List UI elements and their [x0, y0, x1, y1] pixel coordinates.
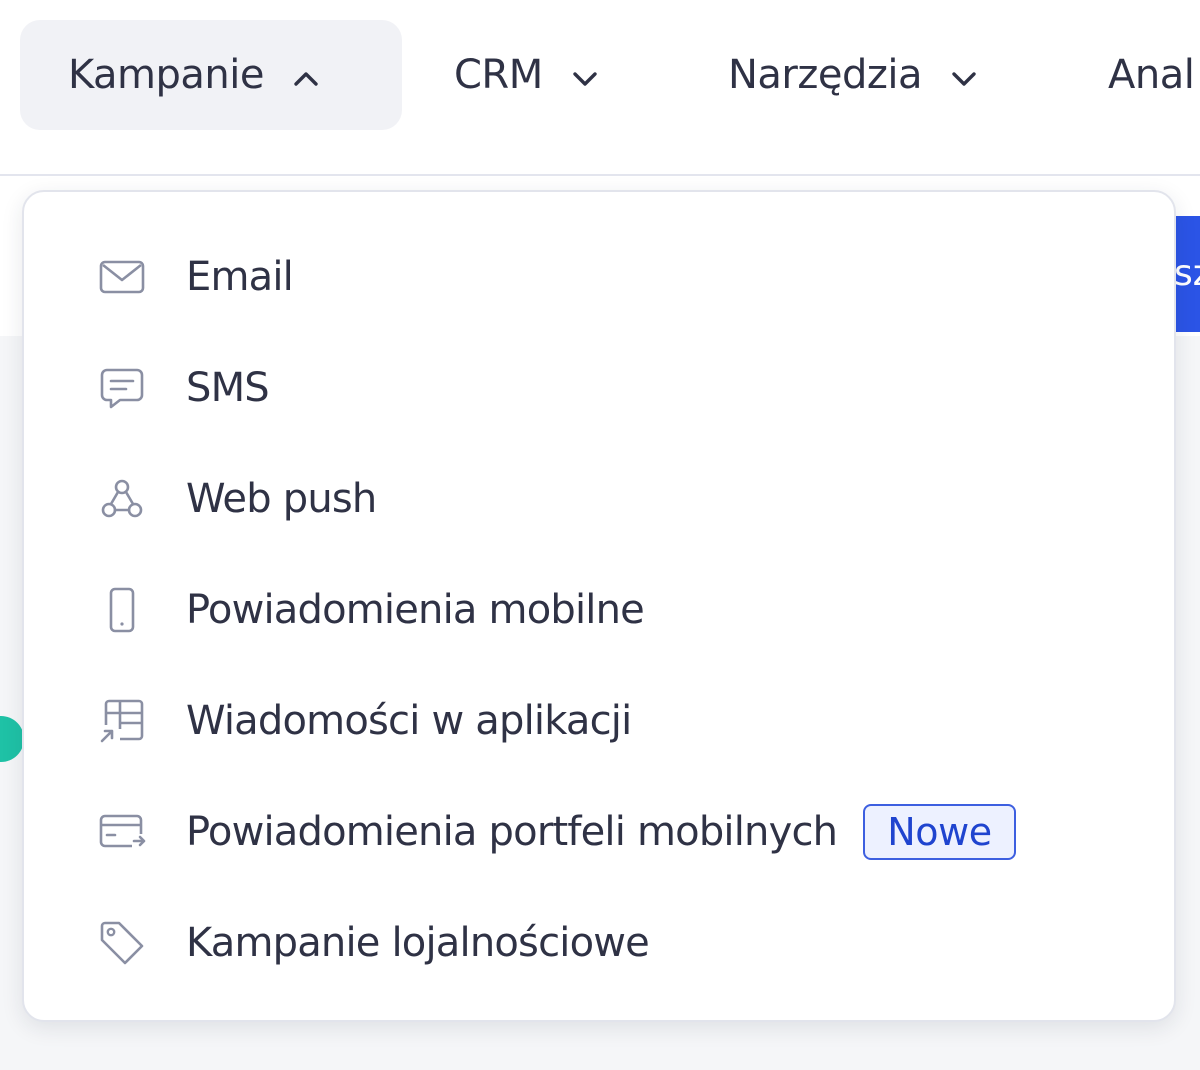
nav-label: CRM — [454, 52, 543, 98]
menu-item-label: Powiadomienia mobilne — [186, 587, 645, 633]
top-navigation: Kampanie CRM Narzędzia Anal — [0, 0, 1200, 176]
tag-icon — [94, 915, 150, 971]
menu-item-label: Email — [186, 254, 294, 300]
chevron-down-icon — [948, 59, 980, 91]
nav-label: Kampanie — [68, 52, 264, 98]
kampanie-dropdown-menu: Email SMS Web push Powiadomienia mobilne… — [22, 190, 1176, 1022]
chat-bubble-icon — [94, 360, 150, 416]
menu-item-sms[interactable]: SMS — [94, 343, 270, 433]
nav-narzedzia[interactable]: Narzędzia — [700, 20, 980, 130]
wallet-card-icon — [94, 804, 150, 860]
chevron-down-icon — [569, 59, 601, 91]
menu-item-web-push[interactable]: Web push — [94, 454, 377, 544]
nav-analityka[interactable]: Anal — [1080, 20, 1195, 130]
menu-item-label: Web push — [186, 476, 377, 522]
menu-item-label: Powiadomienia portfeli mobilnych — [186, 809, 838, 855]
menu-item-loyalty-campaigns[interactable]: Kampanie lojalnościowe — [94, 898, 650, 988]
menu-item-mobile-notifications[interactable]: Powiadomienia mobilne — [94, 565, 645, 655]
nav-crm[interactable]: CRM — [426, 20, 601, 130]
chevron-up-icon — [290, 59, 322, 91]
nav-label: Narzędzia — [728, 52, 923, 98]
status-dot — [0, 716, 24, 762]
menu-item-label: SMS — [186, 365, 270, 411]
envelope-icon — [94, 249, 150, 305]
nav-label: Anal — [1108, 52, 1195, 98]
app-layout-icon — [94, 693, 150, 749]
menu-item-email[interactable]: Email — [94, 232, 294, 322]
nav-kampanie[interactable]: Kampanie — [20, 20, 402, 130]
menu-item-wallet-notifications[interactable]: Powiadomienia portfeli mobilnych Nowe — [94, 787, 1016, 877]
menu-item-in-app-messages[interactable]: Wiadomości w aplikacji — [94, 676, 632, 766]
new-badge: Nowe — [863, 804, 1016, 860]
webhook-icon — [94, 471, 150, 527]
menu-item-label: Kampanie lojalnościowe — [186, 920, 650, 966]
smartphone-icon — [94, 582, 150, 638]
menu-item-label: Wiadomości w aplikacji — [186, 698, 632, 744]
